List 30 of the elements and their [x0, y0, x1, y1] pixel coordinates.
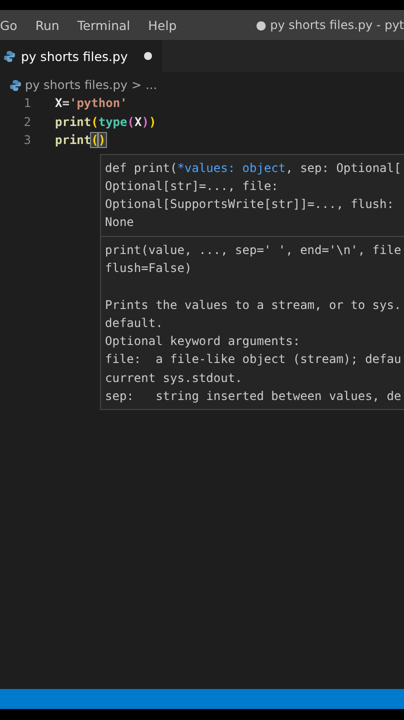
- signature-line: Optional[str]=..., file:: [105, 178, 280, 195]
- unsaved-dot-icon: [144, 52, 152, 60]
- editor-tab[interactable]: py shorts files.py: [0, 40, 162, 72]
- code-line: X='python': [55, 96, 128, 110]
- doc-line: Prints the values to a stream, or to sys.: [105, 296, 400, 314]
- doc-line: current sys.stdout.: [105, 370, 244, 387]
- window-title: ● py shorts files.py - pyt: [256, 18, 404, 32]
- doc-line: default.: [105, 314, 164, 332]
- signature-line: Optional[SupportsWrite[str]]=..., flush:: [105, 196, 395, 214]
- menu-item[interactable]: Run: [26, 18, 68, 32]
- doc-line: sep: string inserted between values, de: [105, 388, 400, 406]
- doc-line: file: a file-like object (stream); defau: [105, 351, 400, 368]
- code-line: print(): [55, 133, 106, 148]
- line-number: 3: [22, 133, 31, 148]
- menu-item[interactable]: Go: [0, 18, 26, 32]
- doc-line: Optional keyword arguments:: [105, 333, 302, 350]
- doc-line: print(value, ..., sep=' ', end='\n', file: [105, 242, 400, 259]
- signature-line: None: [105, 214, 135, 232]
- menu-item[interactable]: Terminal: [68, 18, 140, 32]
- breadcrumb-item[interactable]: ...: [146, 78, 158, 92]
- python-file-icon: [10, 80, 21, 90]
- python-file-icon: [4, 50, 15, 62]
- menu-item[interactable]: Help: [139, 18, 186, 32]
- breadcrumb-separator: >: [132, 78, 142, 92]
- doc-line: flush=False): [105, 260, 193, 277]
- line-number: 2: [22, 114, 31, 129]
- line-number: 1: [22, 96, 31, 110]
- breadcrumb-item[interactable]: py shorts files.py: [25, 78, 128, 92]
- code-line: print(type(X)): [55, 114, 156, 129]
- signature-line: def print(*values: object, sep: Optional[: [105, 160, 400, 176]
